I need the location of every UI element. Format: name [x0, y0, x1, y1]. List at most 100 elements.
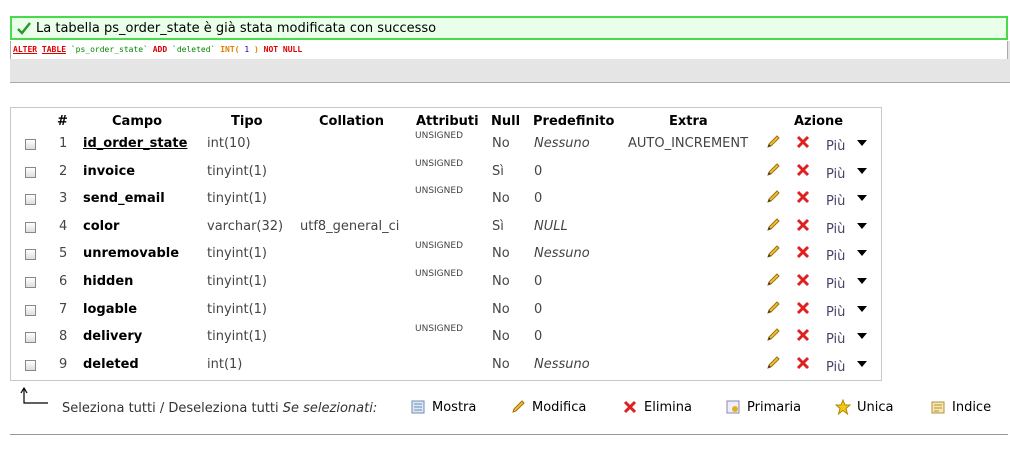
row-number: 4	[59, 218, 68, 234]
pencil-icon[interactable]	[765, 244, 781, 264]
index-button[interactable]: Indice	[930, 399, 991, 415]
with-selected-label: Se selezionati:	[282, 401, 378, 416]
field-name[interactable]: id_order_state	[83, 136, 187, 151]
delete-icon[interactable]	[795, 272, 811, 292]
field-null: No	[492, 191, 510, 207]
field-null: Sì	[492, 218, 504, 234]
table-row: 3 send_email tinyint(1) UNSIGNED No 0 Più	[11, 185, 881, 212]
field-name: send_email	[83, 191, 165, 207]
delete-icon[interactable]	[795, 327, 811, 347]
row-checkbox[interactable]	[25, 194, 36, 206]
dropdown-arrow-icon[interactable]	[857, 333, 867, 340]
field-null: No	[492, 136, 510, 151]
row-number: 5	[59, 246, 68, 262]
success-message: La tabella ps_order_state è già stata mo…	[10, 16, 1008, 40]
row-checkbox[interactable]	[25, 249, 36, 261]
dropdown-arrow-icon[interactable]	[857, 195, 867, 202]
field-null: No	[492, 246, 510, 262]
field-attributes: UNSIGNED	[415, 186, 464, 197]
dropdown-arrow-icon[interactable]	[857, 140, 867, 146]
delete-icon[interactable]	[795, 134, 811, 154]
delete-icon[interactable]	[795, 300, 811, 320]
row-checkbox[interactable]	[25, 359, 36, 371]
header-extra: Extra	[669, 114, 708, 129]
delete-icon[interactable]	[795, 355, 811, 375]
row-checkbox[interactable]	[25, 221, 36, 233]
field-type: tinyint(1)	[207, 163, 268, 179]
field-default: 0	[534, 274, 543, 289]
header-null: Null	[491, 114, 521, 129]
field-type: tinyint(1)	[207, 191, 268, 207]
success-text: La tabella ps_order_state è già stata mo…	[36, 21, 437, 36]
field-type: tinyint(1)	[207, 246, 268, 262]
table-row: 4 color varchar(32) utf8_general_ci Sì NULL Pi…	[11, 213, 881, 240]
row-checkbox[interactable]	[25, 277, 36, 288]
pencil-icon[interactable]	[765, 300, 781, 320]
row-number: 1	[59, 136, 68, 151]
field-default: 0	[534, 301, 543, 317]
more-link[interactable]: Più	[826, 360, 845, 375]
more-link[interactable]: Più	[826, 222, 845, 237]
delete-icon[interactable]	[795, 244, 811, 264]
field-null: No	[492, 329, 510, 345]
delete-icon	[623, 400, 637, 414]
field-default: 0	[534, 163, 543, 179]
pencil-icon[interactable]	[765, 189, 781, 209]
pencil-icon[interactable]	[765, 327, 781, 347]
drop-button[interactable]: Elimina	[622, 399, 692, 415]
sql-query-box: ALTER TABLE `ps_order_state` ADD `delete…	[10, 41, 1010, 83]
table-row: 5 unremovable tinyint(1) UNSIGNED No Nessuno P…	[11, 240, 881, 267]
star-icon	[835, 399, 851, 415]
more-link[interactable]: Più	[826, 249, 845, 264]
change-button[interactable]: Modifica	[510, 399, 586, 415]
header-predefinito: Predefinito	[533, 114, 615, 129]
delete-icon[interactable]	[795, 217, 811, 237]
table-row: 1 id_order_state int(10) UNSIGNED No Nessuno A…	[11, 130, 881, 157]
field-attributes: UNSIGNED	[415, 241, 464, 252]
pencil-icon[interactable]	[765, 355, 781, 375]
unique-button[interactable]: Unica	[835, 399, 893, 415]
header-attributi: Attributi	[416, 114, 479, 129]
more-link[interactable]: Più	[826, 277, 845, 292]
row-checkbox[interactable]	[25, 166, 36, 178]
pencil-icon[interactable]	[765, 162, 781, 182]
row-checkbox[interactable]	[25, 139, 36, 150]
browse-icon	[411, 400, 425, 414]
delete-icon[interactable]	[795, 162, 811, 182]
pencil-icon[interactable]	[765, 272, 781, 292]
more-link[interactable]: Più	[826, 167, 845, 182]
table-row: 6 hidden tinyint(1) UNSIGNED No 0 Più	[11, 268, 881, 295]
row-number: 8	[59, 329, 68, 345]
delete-icon[interactable]	[795, 189, 811, 209]
browse-button[interactable]: Mostra	[410, 399, 476, 415]
more-link[interactable]: Più	[826, 332, 845, 347]
row-number: 2	[59, 163, 68, 179]
dropdown-arrow-icon[interactable]	[857, 278, 867, 284]
more-link[interactable]: Più	[826, 305, 845, 320]
table-row: 9 deleted int(1) No Nessuno Più	[11, 351, 881, 378]
dropdown-arrow-icon[interactable]	[857, 360, 867, 367]
more-link[interactable]: Più	[826, 194, 845, 209]
field-attributes: UNSIGNED	[415, 158, 464, 169]
dropdown-arrow-icon[interactable]	[857, 167, 867, 174]
field-default: Nessuno	[534, 356, 590, 372]
field-name: logable	[83, 301, 138, 317]
field-type: int(10)	[207, 136, 251, 151]
row-checkbox[interactable]	[25, 304, 36, 316]
select-all-link[interactable]: Seleziona tutti / Deseleziona tutti Se s…	[62, 401, 377, 416]
field-default: Nessuno	[534, 136, 590, 151]
field-name: unremovable	[83, 246, 180, 262]
pencil-icon[interactable]	[765, 217, 781, 237]
field-collation: utf8_general_ci	[300, 218, 400, 234]
field-type: varchar(32)	[207, 218, 284, 234]
dropdown-arrow-icon[interactable]	[857, 222, 867, 229]
checkmark-icon	[17, 22, 31, 35]
pencil-icon[interactable]	[765, 134, 781, 154]
primary-button[interactable]: Primaria	[725, 399, 801, 415]
dropdown-arrow-icon[interactable]	[857, 305, 867, 312]
header-collation: Collation	[319, 114, 385, 129]
dropdown-arrow-icon[interactable]	[857, 250, 867, 257]
more-link[interactable]: Più	[826, 139, 845, 154]
field-null: No	[492, 301, 510, 317]
row-checkbox[interactable]	[25, 332, 36, 344]
